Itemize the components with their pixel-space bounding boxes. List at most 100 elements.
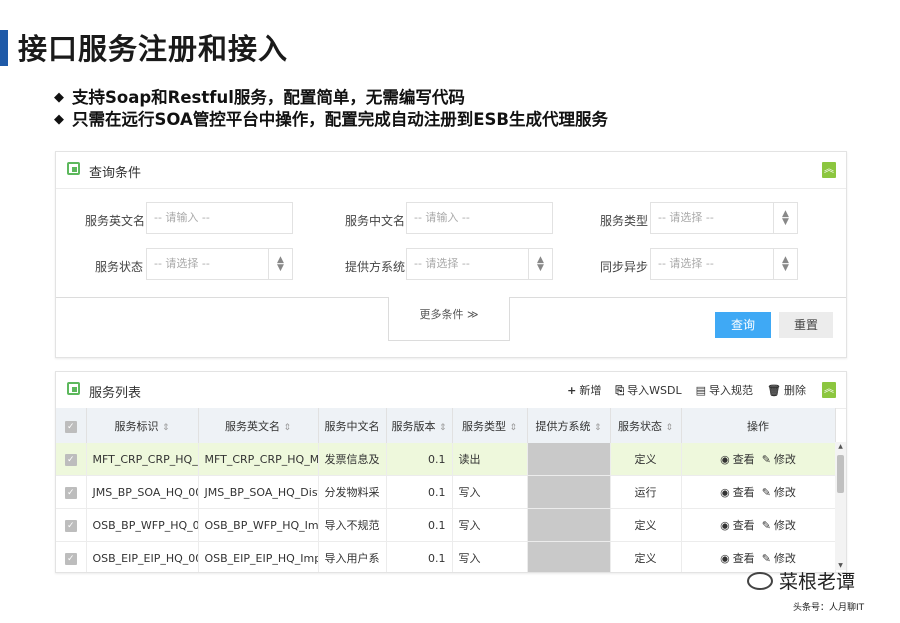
cell-id: OSB_EIP_EIP_HQ_00: [86, 541, 199, 572]
column-header[interactable]: 服务英文名 ⇕: [198, 408, 319, 443]
cell-en-name: JMS_BP_SOA_HQ_DistN: [198, 475, 319, 509]
query-panel: 查询条件 ︽ 服务英文名 -- 请输入 -- 服务中文名 -- 请输入 -- 服…: [55, 151, 847, 358]
spinner-icon: ▲ ▼: [773, 249, 797, 279]
cn-name-label: 服务中文名: [345, 214, 406, 228]
status-label: 服务状态: [95, 260, 144, 274]
view-link[interactable]: ◉ 查看: [720, 519, 755, 532]
list-toolbar: + 新增 ⎘ 导入WSDL ▤ 导入规范 🗑 删除: [567, 382, 806, 398]
cell-id: JMS_BP_SOA_HQ_00: [86, 475, 199, 509]
slide-title: 接口服务注册和接入: [18, 32, 289, 66]
type-select[interactable]: -- 请选择 -- ▲ ▼: [650, 202, 798, 234]
column-header[interactable]: 提供方系统 ⇕: [527, 408, 611, 443]
cell-type: 读出: [452, 443, 528, 476]
en-name-input[interactable]: -- 请输入 --: [146, 202, 293, 234]
cell-version: 0.1: [386, 443, 453, 476]
check-icon: ✓: [64, 553, 77, 565]
row-checkbox[interactable]: ✓: [56, 541, 87, 572]
import-spec-button[interactable]: ▤ 导入规范: [696, 382, 753, 398]
vertical-scrollbar[interactable]: ▲ ▼: [835, 442, 846, 570]
view-link[interactable]: ◉ 查看: [720, 453, 755, 466]
bullet-item: ◆ 只需在远行SOA管控平台中操作，配置完成自动注册到ESB生成代理服务: [54, 110, 608, 129]
edit-icon: ✎: [761, 453, 771, 466]
table-row[interactable]: ✓ OSB_EIP_EIP_HQ_00 OSB_EIP_EIP_HQ_Impor…: [56, 541, 836, 572]
column-header[interactable]: 服务标识 ⇕: [86, 408, 199, 443]
column-header[interactable]: 服务版本 ⇕: [386, 408, 453, 443]
cell-cn-name: 导入用户系: [318, 541, 387, 572]
cell-cn-name: 分发物料采: [318, 475, 387, 509]
query-panel-header: 查询条件 ︽: [56, 152, 846, 189]
cell-version: 0.1: [386, 508, 453, 542]
cell-en-name: OSB_EIP_EIP_HQ_Impor: [198, 541, 319, 572]
cell-en-name: OSB_BP_WFP_HQ_Impc: [198, 508, 319, 542]
scrollbar-thumb[interactable]: [837, 455, 844, 493]
select-all-checkbox[interactable]: ✓: [56, 408, 87, 443]
delete-button[interactable]: 🗑 删除: [767, 382, 806, 398]
bullet-list: ◆ 支持Soap和Restful服务，配置简单，无需编写代码 ◆ 只需在远行SOA管…: [54, 87, 608, 131]
list-panel-title: 服务列表: [89, 386, 142, 401]
scroll-up-icon[interactable]: ▲: [835, 443, 846, 450]
cn-name-input[interactable]: -- 请输入 --: [406, 202, 553, 234]
table-row[interactable]: ✓ JMS_BP_SOA_HQ_00 JMS_BP_SOA_HQ_DistN 分…: [56, 475, 836, 509]
service-table: ✓ 服务标识 ⇕ 服务英文名 ⇕ 服务中文名 服务版本 ⇕ 服务类型 ⇕ 提供方…: [56, 408, 836, 572]
reset-button[interactable]: 重置: [779, 312, 833, 338]
view-link[interactable]: ◉ 查看: [720, 552, 755, 565]
service-list-panel: 服务列表 + 新增 ⎘ 导入WSDL ▤ 导入规范 🗑 删除 ︽ ✓ 服务标识 ⇕ 服务…: [55, 371, 847, 573]
type-label: 服务类型: [600, 214, 649, 228]
collapse-up-icon[interactable]: ︽: [822, 382, 836, 398]
cell-en-name: MFT_CRP_CRP_HQ_Mft: [198, 443, 319, 476]
cell-status: 定义: [610, 508, 682, 542]
edit-link[interactable]: ✎ 修改: [762, 486, 796, 499]
edit-link[interactable]: ✎ 修改: [762, 519, 796, 532]
sync-select[interactable]: -- 请选择 -- ▲ ▼: [650, 248, 798, 280]
eye-icon: ◉: [720, 552, 730, 565]
row-checkbox[interactable]: ✓: [56, 475, 87, 509]
panel-icon: [67, 382, 80, 395]
sort-icon: ⇕: [283, 422, 292, 433]
cell-type: 写入: [452, 475, 528, 509]
panel-icon: [67, 162, 80, 175]
document-icon: ▤: [695, 384, 707, 397]
table-row[interactable]: ✓ OSB_BP_WFP_HQ_00 OSB_BP_WFP_HQ_Impc 导入…: [56, 508, 836, 542]
status-select[interactable]: -- 请选择 -- ▲ ▼: [146, 248, 293, 280]
cell-provider-redacted: [527, 475, 611, 509]
diamond-icon: ◆: [54, 112, 64, 127]
check-icon: ✓: [64, 454, 77, 466]
column-header[interactable]: 服务类型 ⇕: [452, 408, 528, 443]
plus-icon: +: [567, 384, 577, 397]
provider-select[interactable]: -- 请选择 -- ▲ ▼: [406, 248, 553, 280]
query-button[interactable]: 查询: [715, 312, 771, 338]
collapse-up-icon[interactable]: ︽: [822, 162, 836, 178]
table-row[interactable]: ✓ MFT_CRP_CRP_HQ_0 MFT_CRP_CRP_HQ_Mft 发票…: [56, 443, 836, 476]
check-icon: ✓: [64, 487, 77, 499]
view-link[interactable]: ◉ 查看: [720, 486, 755, 499]
eye-icon: ◉: [720, 453, 730, 466]
file-import-icon: ⎘: [615, 384, 625, 397]
sort-icon: ⇕: [509, 422, 518, 433]
cell-type: 写入: [452, 508, 528, 542]
query-panel-title: 查询条件: [89, 166, 142, 181]
cell-version: 0.1: [386, 541, 453, 572]
edit-icon: ✎: [761, 552, 771, 565]
edit-icon: ✎: [761, 486, 771, 499]
watermark-subtitle: 头条号：人月聊IT: [793, 603, 865, 613]
wechat-icon: [747, 571, 773, 590]
cell-type: 写入: [452, 541, 528, 572]
check-icon: ✓: [64, 520, 77, 532]
edit-link[interactable]: ✎ 修改: [762, 552, 796, 565]
cell-provider-redacted: [527, 508, 611, 542]
cell-actions: ◉ 查看 ✎ 修改: [681, 475, 836, 509]
more-conditions-button[interactable]: 更多条件 ≫: [388, 297, 510, 341]
edit-icon: ✎: [761, 519, 771, 532]
list-panel-header: 服务列表 + 新增 ⎘ 导入WSDL ▤ 导入规范 🗑 删除 ︽: [56, 372, 846, 409]
row-checkbox[interactable]: ✓: [56, 443, 87, 476]
column-header[interactable]: 服务状态 ⇕: [610, 408, 682, 443]
cell-cn-name: 导入不规范: [318, 508, 387, 542]
cell-id: OSB_BP_WFP_HQ_00: [86, 508, 199, 542]
watermark: 菜根老谭: [747, 567, 855, 594]
import-wsdl-button[interactable]: ⎘ 导入WSDL: [615, 382, 681, 398]
add-button[interactable]: + 新增: [567, 382, 601, 398]
cell-cn-name: 发票信息及: [318, 443, 387, 476]
edit-link[interactable]: ✎ 修改: [762, 453, 796, 466]
sync-label: 同步异步: [600, 260, 649, 274]
row-checkbox[interactable]: ✓: [56, 508, 87, 542]
